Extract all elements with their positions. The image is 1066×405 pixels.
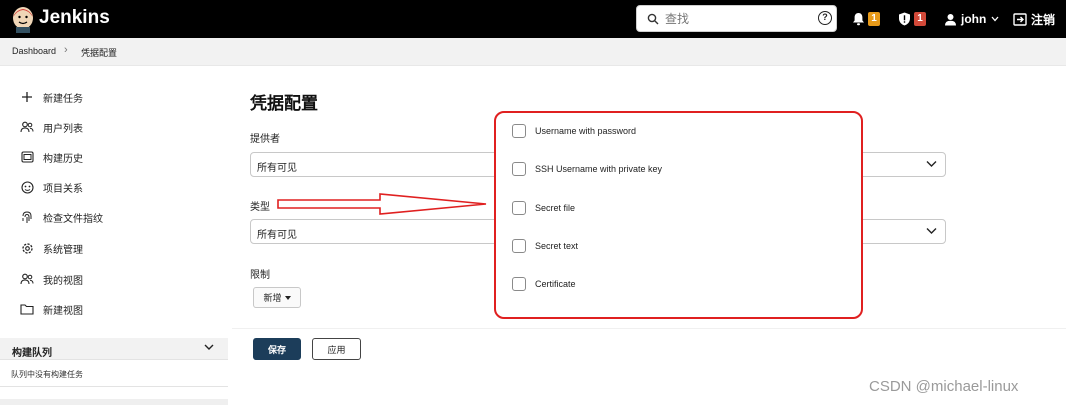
security-badge: 1 xyxy=(914,12,926,26)
help-icon[interactable]: ? xyxy=(818,11,832,25)
build-queue-header[interactable]: 构建队列 xyxy=(0,338,228,360)
provider-label: 提供者 xyxy=(250,134,280,145)
breadcrumb: Dashboard › 凭据配置 xyxy=(0,38,1066,66)
notifications-badge: 1 xyxy=(868,12,880,26)
search-input[interactable] xyxy=(665,9,815,29)
chevron-down-icon[interactable] xyxy=(204,344,214,351)
breadcrumb-current[interactable]: 凭据配置 xyxy=(81,46,117,59)
save-button[interactable]: 保存 xyxy=(253,338,301,360)
sidebar-item-users[interactable]: 用户列表 xyxy=(20,119,83,135)
build-queue-empty-text: 队列中没有构建任务 xyxy=(11,370,83,379)
search-icon xyxy=(647,13,659,25)
sidebar-item-label: 构建历史 xyxy=(43,153,83,165)
checkbox[interactable] xyxy=(512,124,526,138)
sidebar-item-my-views[interactable]: 我的视图 xyxy=(20,271,83,287)
type-select-value: 所有可见 xyxy=(257,230,297,241)
chevron-down-icon xyxy=(991,16,999,22)
search-box[interactable]: ? xyxy=(636,5,837,32)
option-label: Secret text xyxy=(535,241,579,251)
logout-button[interactable]: 注销 xyxy=(1013,0,1055,38)
user-menu[interactable]: john xyxy=(944,0,999,38)
add-button-label: 新增 xyxy=(263,293,282,303)
apply-button[interactable]: 应用 xyxy=(312,338,361,360)
checkbox[interactable] xyxy=(512,239,526,253)
divider xyxy=(0,399,228,405)
breadcrumb-separator-icon: › xyxy=(64,44,68,56)
option-secret-text[interactable]: Secret text xyxy=(512,238,578,254)
type-label: 类型 xyxy=(250,202,270,213)
sidebar-item-label: 项目关系 xyxy=(43,183,83,195)
checkbox[interactable] xyxy=(512,277,526,291)
top-header: Jenkins ? 1 1 xyxy=(0,0,1066,38)
folder-icon xyxy=(20,302,34,316)
relation-icon xyxy=(20,180,34,194)
option-label: Certificate xyxy=(535,279,576,289)
sidebar-item-new-job[interactable]: 新建任务 xyxy=(20,89,83,105)
credential-kind-dropdown: Username with password SSH Username with… xyxy=(494,111,863,319)
restrict-label: 限制 xyxy=(250,270,270,281)
checkbox[interactable] xyxy=(512,201,526,215)
annotation-arrow-icon xyxy=(277,193,487,215)
shield-icon xyxy=(899,12,910,26)
sidebar-item-project-relations[interactable]: 项目关系 xyxy=(20,179,83,195)
security-button[interactable]: 1 xyxy=(898,0,926,38)
option-username-with-password[interactable]: Username with password xyxy=(512,123,636,139)
sidebar-item-label: 系统管理 xyxy=(43,244,83,256)
fingerprint-icon xyxy=(20,210,34,224)
chevron-down-icon xyxy=(926,228,937,234)
sidebar-item-label: 我的视图 xyxy=(43,275,83,287)
sidebar-item-label: 新建任务 xyxy=(43,93,83,105)
notifications-button[interactable]: 1 xyxy=(852,0,880,38)
divider xyxy=(0,386,228,387)
logout-icon xyxy=(1013,12,1027,26)
logout-label: 注销 xyxy=(1031,12,1056,27)
user-name: john xyxy=(961,12,987,26)
jenkins-credentials-page: Jenkins ? 1 1 xyxy=(0,0,1066,405)
sidebar-item-new-view[interactable]: 新建视图 xyxy=(20,301,83,317)
watermark: CSDN @michael-linux xyxy=(869,378,1019,395)
sidebar-item-fingerprint[interactable]: 检查文件指纹 xyxy=(20,209,103,225)
breadcrumb-dashboard[interactable]: Dashboard xyxy=(12,46,56,56)
option-label: SSH Username with private key xyxy=(535,164,663,174)
sidebar-item-label: 检查文件指纹 xyxy=(43,213,103,225)
brand-name[interactable]: Jenkins xyxy=(39,7,110,29)
option-secret-file[interactable]: Secret file xyxy=(512,200,575,216)
page-title: 凭据配置 xyxy=(250,94,318,113)
people-icon xyxy=(20,272,34,286)
bell-icon xyxy=(853,13,864,26)
sidebar-item-manage-jenkins[interactable]: 系统管理 xyxy=(20,240,83,256)
caret-down-icon xyxy=(284,295,291,300)
sidebar-item-label: 用户列表 xyxy=(43,123,83,135)
plus-icon xyxy=(20,90,34,104)
add-button[interactable]: 新增 xyxy=(253,287,301,308)
users-icon xyxy=(20,120,34,134)
sidebar-item-label: 新建视图 xyxy=(43,305,83,317)
option-label: Secret file xyxy=(535,203,576,213)
jenkins-logo-icon[interactable] xyxy=(10,5,36,33)
provider-select-value: 所有可见 xyxy=(257,163,297,174)
chevron-down-icon xyxy=(926,161,937,167)
history-icon xyxy=(20,150,34,164)
user-icon xyxy=(945,13,956,25)
build-queue-title: 构建队列 xyxy=(12,348,52,359)
checkbox[interactable] xyxy=(512,162,526,176)
gear-icon xyxy=(20,241,34,255)
option-label: Username with password xyxy=(535,126,637,136)
sidebar-item-build-history[interactable]: 构建历史 xyxy=(20,149,83,165)
option-certificate[interactable]: Certificate xyxy=(512,276,576,292)
option-ssh-username-private-key[interactable]: SSH Username with private key xyxy=(512,161,662,177)
